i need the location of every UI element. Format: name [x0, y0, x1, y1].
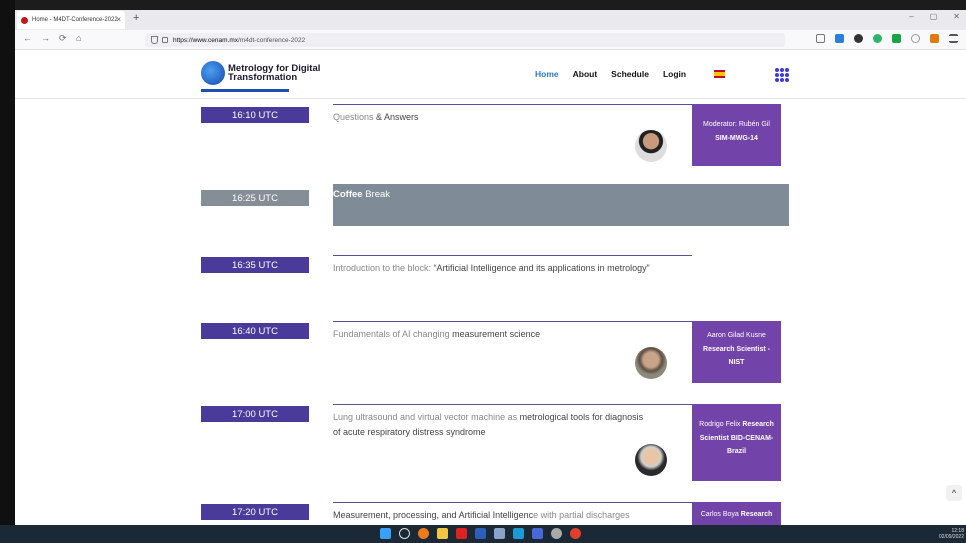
- shield-icon[interactable]: [151, 36, 158, 44]
- menu-about[interactable]: About: [573, 69, 598, 79]
- account-icon[interactable]: [911, 34, 920, 43]
- time-slot: 16:35 UTC: [201, 257, 309, 273]
- url-host: https://www.cenam.mx: [173, 36, 239, 44]
- maximize-icon[interactable]: ▢: [930, 12, 938, 21]
- speaker-box: Rodrigo Felix Research Scientist BID-CEN…: [692, 404, 781, 481]
- grammarly-icon[interactable]: [873, 34, 882, 43]
- moderator-box: Moderator: Rubén Gil SIM-MWG-14: [692, 104, 781, 166]
- forward-icon[interactable]: →: [41, 33, 50, 43]
- browser-window: Home - M4DT-Conference-2022 × + – ▢ ✕ ← …: [15, 10, 966, 525]
- speaker-box: Aaron Gilad Kusne Research Scientist - N…: [692, 321, 781, 383]
- speaker-avatar: [635, 347, 667, 379]
- session-row: Introduction to the block: “Artificial I…: [333, 255, 692, 299]
- tab-bar: Home - M4DT-Conference-2022 × + – ▢ ✕: [15, 10, 966, 30]
- menu-home[interactable]: Home: [535, 69, 559, 79]
- app-icon[interactable]: [570, 528, 581, 539]
- download-icon[interactable]: [835, 34, 844, 43]
- spanish-flag-icon[interactable]: [714, 70, 725, 78]
- minimize-icon[interactable]: –: [909, 12, 913, 21]
- app-icon[interactable]: [494, 528, 505, 539]
- apps-grid-icon[interactable]: [775, 68, 789, 82]
- orange-extension-icon[interactable]: [930, 34, 939, 43]
- toolbar-extensions: [816, 34, 958, 43]
- system-clock[interactable]: 12:18 02/09/2022: [939, 528, 964, 540]
- desktop-left-edge: [0, 0, 15, 543]
- session-row: Measurement, processing, and Artificial …: [333, 502, 692, 525]
- main-menu: Home About Schedule Login: [535, 69, 686, 79]
- session-title: Coffee Break: [333, 189, 391, 200]
- lock-icon[interactable]: [162, 37, 168, 43]
- close-window-icon[interactable]: ✕: [953, 12, 960, 21]
- session-title: Introduction to the block: “Artificial I…: [333, 263, 650, 273]
- tab-close-icon[interactable]: ×: [116, 15, 121, 24]
- speaker-avatar: [635, 130, 667, 162]
- session-title: Fundamentals of AI changing measurement …: [333, 329, 541, 339]
- menu-login[interactable]: Login: [663, 69, 686, 79]
- window-controls: – ▢ ✕: [909, 12, 960, 21]
- firefox-icon[interactable]: [418, 528, 429, 539]
- settings-icon[interactable]: [551, 528, 562, 539]
- site-logo[interactable]: Metrology for Digital Transformation: [201, 61, 320, 92]
- word-icon[interactable]: [475, 528, 486, 539]
- speaker-avatar: [635, 444, 667, 476]
- time-slot: 16:25 UTC: [201, 190, 309, 206]
- back-icon[interactable]: ←: [23, 33, 32, 43]
- logo-underline: [201, 89, 289, 92]
- taskbar-icons: [380, 528, 581, 539]
- time-slot: 17:00 UTC: [201, 406, 309, 422]
- time-slot: 16:10 UTC: [201, 107, 309, 123]
- menu-icon[interactable]: [949, 34, 958, 43]
- new-tab-button[interactable]: +: [133, 12, 139, 24]
- reload-icon[interactable]: ⟳: [59, 33, 67, 44]
- file-explorer-icon[interactable]: [437, 528, 448, 539]
- coffee-break-row: Coffee Break: [333, 184, 789, 226]
- home-icon[interactable]: ⌂: [76, 33, 81, 43]
- windows-start-icon[interactable]: [380, 528, 391, 539]
- favicon-icon: [21, 16, 28, 24]
- logo-line-2: Transformation: [228, 72, 298, 83]
- taskbar: 12:18 02/09/2022: [0, 525, 966, 543]
- extension-icon[interactable]: [854, 34, 863, 43]
- session-title: Lung ultrasound and virtual vector machi…: [333, 412, 644, 437]
- site-header: Metrology for Digital Transformation Hom…: [15, 51, 966, 99]
- time-slot: 17:20 UTC: [201, 504, 309, 520]
- session-title: Questions & Answers: [333, 112, 419, 122]
- globe-icon: [201, 61, 225, 85]
- url-path: /m4dt-conference-2022: [238, 36, 306, 44]
- pocket-icon[interactable]: [816, 34, 825, 43]
- time-slot: 16:40 UTC: [201, 323, 309, 339]
- tab-title: Home - M4DT-Conference-2022: [32, 17, 118, 23]
- browser-tab[interactable]: Home - M4DT-Conference-2022 ×: [17, 11, 125, 29]
- nav-bar: ← → ⟳ ⌂ https://www.cenam.mx /m4dt-confe…: [15, 30, 966, 50]
- address-bar[interactable]: https://www.cenam.mx /m4dt-conference-20…: [145, 33, 785, 47]
- search-icon[interactable]: [399, 528, 410, 539]
- app-icon[interactable]: [513, 528, 524, 539]
- scroll-to-top-button[interactable]: ^: [946, 485, 962, 501]
- acrobat-icon[interactable]: [456, 528, 467, 539]
- zoom-icon[interactable]: [532, 528, 543, 539]
- session-title: Measurement, processing, and Artificial …: [333, 510, 630, 520]
- session-row: Lung ultrasound and virtual vector machi…: [333, 404, 692, 484]
- check-extension-icon[interactable]: [892, 34, 901, 43]
- speaker-box: Carlos Boya Research: [692, 502, 781, 525]
- menu-schedule[interactable]: Schedule: [611, 69, 649, 79]
